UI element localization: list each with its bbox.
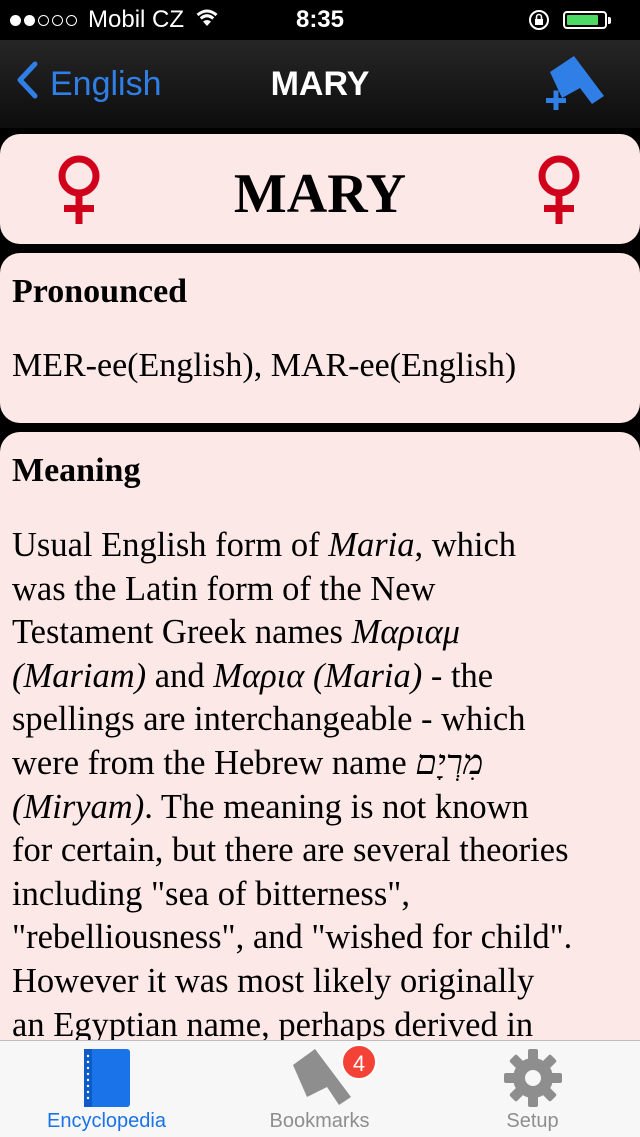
tab-setup[interactable]: Setup bbox=[426, 1041, 639, 1137]
meaning-heading: Meaning bbox=[12, 452, 141, 489]
meaning-text-segment: was the Latin form of the New bbox=[12, 569, 436, 608]
meaning-text-segment: "rebelliousness", and "wished for child"… bbox=[12, 918, 573, 957]
pronunciation-text: MER-ee(English), MAR-ee(English) bbox=[12, 347, 517, 384]
meaning-line: was the Latin form of the New bbox=[12, 568, 630, 612]
meaning-line: Testament Greek names Μαριαμ bbox=[12, 611, 630, 655]
tab-bookmarks-label: Bookmarks bbox=[269, 1110, 370, 1132]
meaning-text-segment: and bbox=[146, 656, 214, 695]
add-bookmark-button[interactable] bbox=[544, 54, 606, 115]
bookmark-icon bbox=[213, 1047, 426, 1114]
rotation-lock-icon bbox=[528, 9, 550, 38]
meaning-line: "rebelliousness", and "wished for child"… bbox=[12, 916, 630, 960]
meaning-italic-text: Μαριαμ bbox=[351, 613, 460, 652]
meaning-line: (Mariam) and Μαρια (Maria) - the bbox=[12, 655, 630, 699]
meaning-line: were from the Hebrew name מִרְיָם bbox=[12, 742, 630, 786]
gear-icon bbox=[426, 1047, 639, 1114]
meaning-card[interactable]: Meaning Usual English form of Maria, whi… bbox=[0, 432, 640, 1072]
meaning-line: Usual English form of Maria, which bbox=[12, 524, 630, 568]
meaning-text-segment: Testament Greek names bbox=[12, 613, 352, 652]
meaning-text-segment: , which bbox=[414, 526, 517, 564]
bookmarks-count-badge: 4 bbox=[341, 1044, 377, 1080]
bookmark-plus-icon bbox=[546, 56, 604, 111]
meaning-italic-text: Maria bbox=[328, 526, 415, 564]
tab-encyclopedia[interactable]: Encyclopedia bbox=[0, 1041, 213, 1137]
meaning-line: for certain, but there are several theor… bbox=[12, 829, 630, 873]
female-symbol-icon bbox=[532, 154, 586, 231]
meaning-italic-text: מִרְיָם bbox=[415, 743, 484, 782]
navigation-bar: English MARY bbox=[0, 40, 640, 128]
meaning-text-segment: Usual English form of bbox=[12, 526, 329, 564]
meaning-text-segment: However it was most likely originally bbox=[12, 961, 535, 1000]
meaning-text-segment: . The meaning is not known bbox=[144, 787, 529, 826]
tab-bookmarks[interactable]: Bookmarks bbox=[213, 1041, 426, 1137]
book-icon bbox=[0, 1047, 213, 1114]
meaning-text-segment: - the bbox=[422, 656, 494, 695]
pronunciation-card: Pronounced MER-ee(English), MAR-ee(Engli… bbox=[0, 253, 640, 423]
battery-icon bbox=[563, 11, 611, 29]
meaning-text: Usual English form of Maria, which was th… bbox=[12, 524, 630, 1047]
name-card: MARY bbox=[0, 134, 640, 244]
meaning-line: including "sea of bitterness", bbox=[12, 873, 630, 917]
meaning-text-segment: an Egyptian name, perhaps derived in bbox=[12, 1005, 534, 1044]
meaning-text-segment: spellings are interchangeable - which bbox=[12, 700, 526, 739]
meaning-text-segment: including "sea of bitterness", bbox=[12, 874, 410, 913]
meaning-italic-text: (Miryam) bbox=[12, 787, 145, 826]
meaning-italic-text: Μαρια (Maria) bbox=[213, 656, 423, 695]
pronounced-heading: Pronounced bbox=[12, 273, 188, 310]
meaning-italic-text: (Mariam) bbox=[12, 656, 147, 695]
meaning-text-segment: were from the Hebrew name bbox=[12, 743, 416, 782]
tab-setup-label: Setup bbox=[506, 1110, 559, 1132]
meaning-line: spellings are interchangeable - which bbox=[12, 698, 630, 742]
meaning-line: (Miryam). The meaning is not known bbox=[12, 786, 630, 830]
meaning-text-segment: for certain, but there are several theor… bbox=[12, 831, 569, 870]
tab-bar: Encyclopedia Bookmarks Setup bbox=[0, 1040, 640, 1137]
meaning-line: However it was most likely originally bbox=[12, 960, 630, 1004]
tab-encyclopedia-label: Encyclopedia bbox=[47, 1110, 166, 1132]
status-bar: Mobil CZ 8:35 bbox=[0, 0, 640, 40]
